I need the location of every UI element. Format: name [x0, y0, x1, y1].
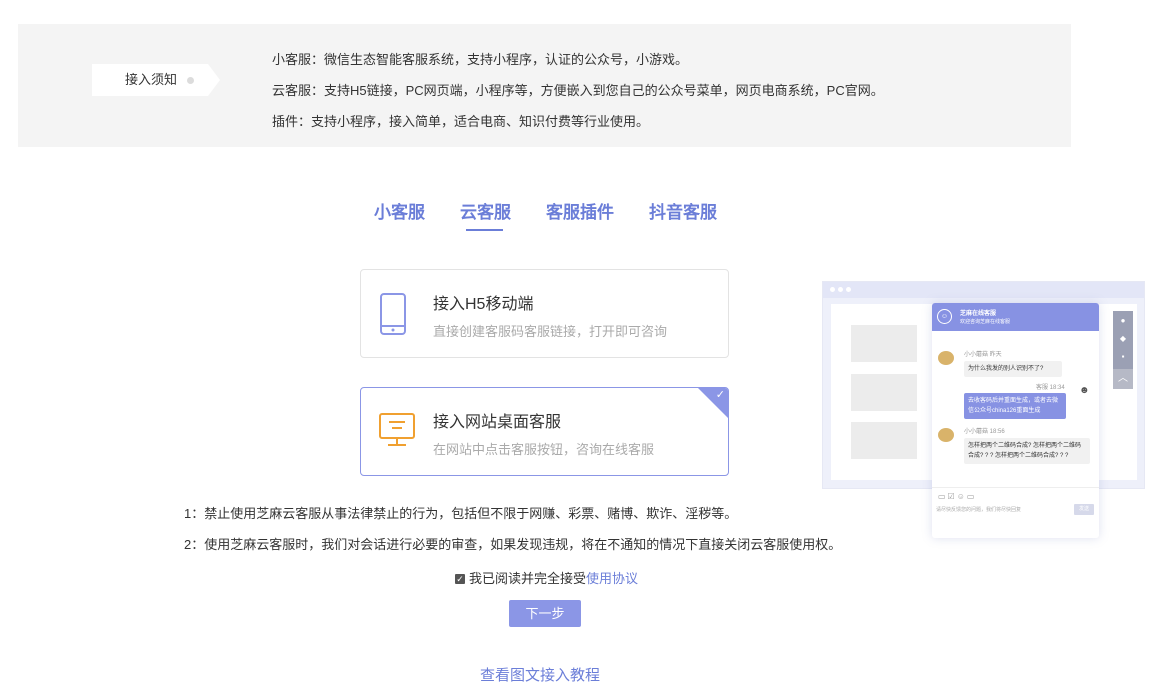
message-meta: 小小蘑菇 18:56: [964, 429, 1005, 435]
agent-avatar-icon: ☻: [1079, 385, 1090, 396]
chat-title: 芝麻在线客服: [960, 311, 997, 317]
notice-line: 云客服：支持H5链接，PC网页端，小程序等，方便嵌入到您自己的公众号菜单，网页电…: [272, 83, 884, 98]
notice-tag: 接入须知: [92, 64, 220, 96]
send-button: 发送: [1074, 504, 1094, 515]
user-avatar: [938, 351, 954, 365]
chat-window-preview: ☺ 芝麻在线客服 欢迎咨询芝麻在线客服 小小蘑菇 昨天 为什么我发的别人识别不了…: [932, 303, 1099, 538]
toolbar-icons: ▭☑☺▭: [938, 492, 977, 501]
check-icon: ✓: [715, 389, 725, 401]
notice-line: 插件：支持小程序，接入简单，适合电商、知识付费等行业使用。: [272, 114, 650, 129]
window-dot-icon: [838, 287, 843, 292]
option-h5-mobile[interactable]: 接入H5移动端 直接创建客服码客服链接，打开即可咨询: [360, 269, 729, 358]
next-step-button[interactable]: 下一步: [509, 600, 581, 627]
rule-line: 1：禁止使用芝麻云客服从事法律禁止的行为，包括但不限于网赚、彩票、赌博、欺诈、淫…: [184, 506, 738, 521]
chat-input-placeholder: 请尽快反馈您的问题，我们将尽快回复: [936, 507, 1022, 513]
window-dot-icon: [830, 287, 835, 292]
chat-subtitle: 欢迎咨询芝麻在线客服: [960, 319, 1011, 325]
message-bubble: 怎样把两个二维码合成? 怎样把两个二维码合成? ? ? 怎样把两个二维码合成? …: [964, 438, 1090, 464]
option-desc: 直接创建客服码客服链接，打开即可咨询: [433, 324, 668, 339]
option-website-desktop[interactable]: 接入网站桌面客服 在网站中点击客服按钮，咨询在线客服 ✓: [360, 387, 729, 476]
window-dot-icon: [846, 287, 851, 292]
mobile-phone-icon: [378, 292, 408, 341]
message-icon: ▪: [1121, 352, 1125, 361]
tab-mini-service[interactable]: 小客服: [374, 198, 425, 223]
option-title: 接入网站桌面客服: [433, 414, 562, 431]
message-meta: 小小蘑菇 昨天: [964, 352, 1002, 358]
chat-header: ☺ 芝麻在线客服 欢迎咨询芝麻在线客服: [932, 303, 1099, 331]
tab-service-plugin[interactable]: 客服插件: [546, 198, 614, 223]
agreement-link[interactable]: 使用协议: [586, 571, 638, 586]
active-tab-indicator: [466, 229, 503, 231]
browser-bar: [823, 282, 1144, 298]
option-title: 接入H5移动端: [433, 296, 534, 313]
chat-icon: ◆: [1119, 334, 1127, 343]
notice-panel: 接入须知 小客服：微信生态智能客服系统，支持小程序，认证的公众号，小游戏。 云客…: [18, 24, 1071, 147]
placeholder-block: [851, 325, 917, 362]
notice-tag-label: 接入须知: [125, 72, 178, 87]
smile-icon: ☺: [937, 309, 952, 324]
chevron-up-icon: ︿: [1113, 369, 1133, 389]
placeholder-block: [851, 422, 917, 459]
agreement-row: ✓ 我已阅读并完全接受使用协议: [455, 568, 638, 587]
usage-rules: 1：禁止使用芝麻云客服从事法律禁止的行为，包括但不限于网赚、彩票、赌博、欺诈、淫…: [184, 504, 841, 566]
message-bubble: 去收客码后并重面生成，或者去微信公众号china126重面生成: [964, 393, 1066, 419]
bell-icon: ●: [1120, 316, 1126, 325]
placeholder-block: [851, 374, 917, 411]
notice-line: 小客服：微信生态智能客服系统，支持小程序，认证的公众号，小游戏。: [272, 52, 689, 67]
notice-lines: 小客服：微信生态智能客服系统，支持小程序，认证的公众号，小游戏。 云客服：支持H…: [272, 51, 884, 144]
chat-input-area: ▭☑☺▭ 请尽快反馈您的问题，我们将尽快回复 发送: [932, 487, 1099, 538]
option-desc: 在网站中点击客服按钮，咨询在线客服: [433, 442, 655, 457]
tab-douyin-service[interactable]: 抖音客服: [649, 198, 717, 223]
rule-line: 2：使用芝麻云客服时，我们对会话进行必要的审查，如果发现违规，将在不通知的情况下…: [184, 537, 842, 552]
desktop-monitor-icon: [378, 410, 416, 455]
agreement-checkbox[interactable]: ✓: [455, 574, 465, 584]
message-meta: 客服 18:34: [1036, 385, 1065, 391]
message-bubble: 为什么我发的别人识别不了?: [964, 361, 1062, 377]
agreement-text: 我已阅读并完全接受: [469, 571, 587, 586]
dot-icon: [187, 77, 194, 84]
user-avatar: [938, 428, 954, 442]
tab-cloud-service[interactable]: 云客服: [460, 198, 511, 223]
